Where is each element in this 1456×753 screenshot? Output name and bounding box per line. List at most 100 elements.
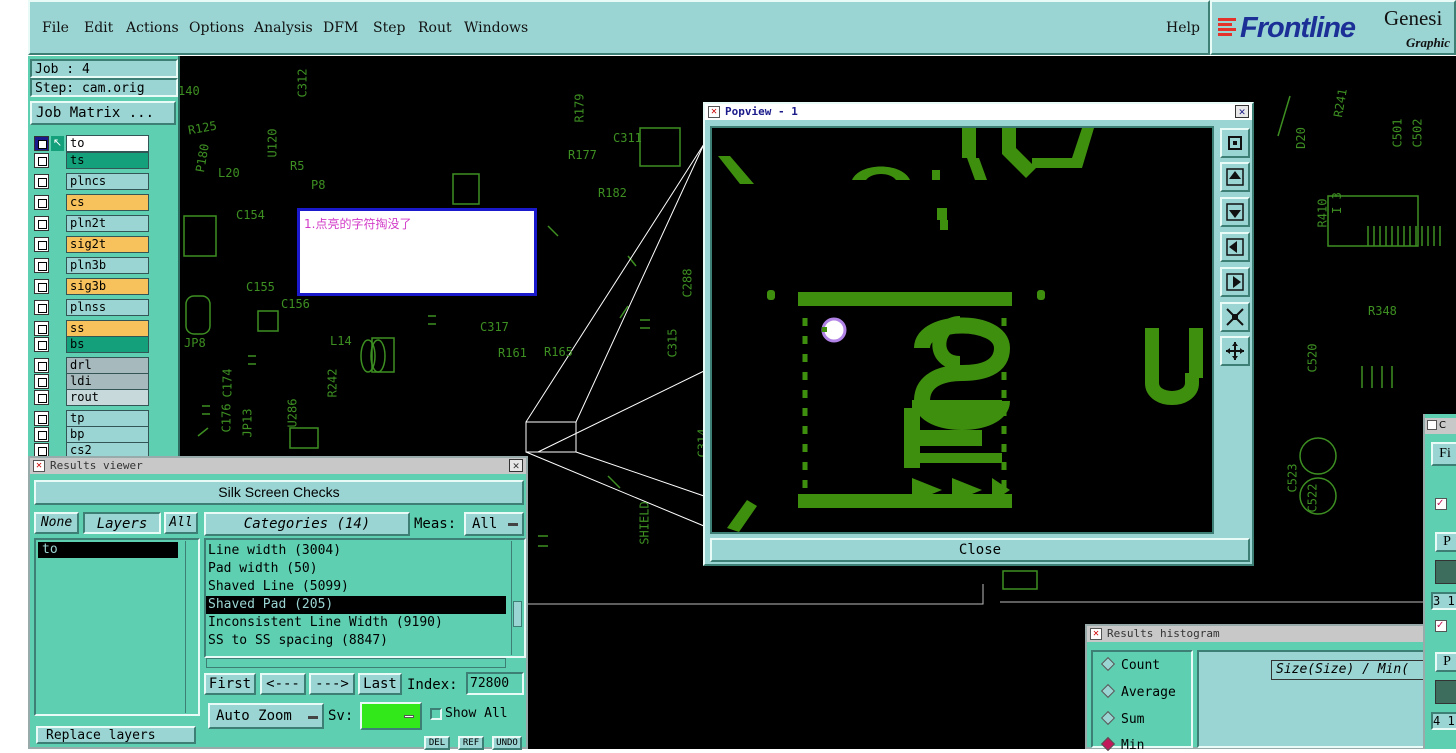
category-item[interactable]: Pad width (50) (206, 560, 506, 578)
menu-dfm[interactable]: DFM (323, 20, 358, 36)
layer-row[interactable]: ldi (32, 373, 180, 390)
all-button[interactable]: All (164, 512, 198, 534)
undo-button[interactable]: UNDO (492, 736, 522, 750)
layer-row[interactable]: bp (32, 426, 180, 443)
layer-name[interactable]: rout (66, 389, 149, 406)
first-button[interactable]: First (204, 673, 256, 695)
layer-checkbox[interactable] (34, 390, 49, 405)
layer-checkbox[interactable] (34, 358, 49, 373)
layer-row[interactable]: bs (32, 336, 180, 353)
popview-canvas[interactable] (710, 126, 1214, 534)
radio-count[interactable]: Count (1100, 656, 1160, 673)
layer-name[interactable]: tp (66, 410, 149, 427)
category-item[interactable]: Line width (3004) (206, 542, 506, 560)
radio-sum[interactable]: Sum (1100, 710, 1144, 727)
menu-edit[interactable]: Edit (84, 20, 113, 36)
zoom-in-button[interactable] (1220, 302, 1250, 332)
popview-close-button[interactable]: Close (710, 538, 1250, 562)
results-viewer-titlebar[interactable]: ✕ Results viewer ✕ (30, 458, 526, 474)
histogram-titlebar[interactable]: ✕ Results histogram (1087, 626, 1423, 642)
layer-name[interactable]: ts (66, 152, 149, 169)
layer-checkbox[interactable] (34, 237, 49, 252)
layer-checkbox[interactable] (34, 216, 49, 231)
layer-row[interactable]: ss (32, 320, 180, 337)
radio-average[interactable]: Average (1100, 683, 1176, 700)
layer-row[interactable]: ts (32, 152, 180, 169)
layer-name[interactable]: sig3b (66, 278, 149, 295)
menu-file[interactable]: File (42, 20, 69, 36)
pan-right-button[interactable] (1220, 267, 1250, 297)
categories-list[interactable]: Line width (3004) Pad width (50) Shaved Li… (204, 538, 526, 658)
zoom-fit-button[interactable] (1220, 128, 1250, 158)
layer-checkbox[interactable] (34, 300, 49, 315)
auto-zoom-dropdown[interactable]: Auto Zoom (208, 703, 324, 729)
layer-row[interactable]: pln3b (32, 257, 180, 274)
last-button[interactable]: Last (358, 673, 402, 695)
layer-row[interactable]: plnss (32, 299, 180, 316)
menu-analysis[interactable]: Analysis (254, 20, 313, 36)
popview-titlebar[interactable]: ✕ Popview - 1 ✕ (705, 104, 1252, 120)
pan-left-button[interactable] (1220, 232, 1250, 262)
right-window-v2[interactable]: 4 1 (1431, 712, 1456, 730)
tool-icon[interactable] (1435, 560, 1456, 584)
layer-row[interactable]: ↖ to (32, 135, 180, 152)
list-item[interactable]: to (38, 542, 178, 558)
layer-checkbox[interactable] (34, 411, 49, 426)
right-window-p1[interactable]: P (1435, 532, 1456, 552)
layer-name[interactable]: plncs (66, 173, 149, 190)
category-item[interactable]: SS to SS spacing (8847) (206, 632, 506, 650)
category-item[interactable]: Inconsistent Line Width (9190) (206, 614, 506, 632)
scrollbar[interactable] (511, 541, 523, 655)
layer-checkbox[interactable] (34, 136, 49, 151)
zoom-out-button[interactable] (1220, 336, 1250, 366)
next-button[interactable]: ---> (309, 673, 355, 695)
prev-button[interactable]: <--- (260, 673, 306, 695)
right-window-v1[interactable]: 3 1 (1431, 592, 1456, 610)
menu-step[interactable]: Step (373, 20, 405, 36)
index-input[interactable] (466, 672, 524, 695)
meas-dropdown[interactable]: All (464, 512, 524, 536)
pan-down-button[interactable] (1220, 197, 1250, 227)
checkbox-icon[interactable]: ✓ (1435, 620, 1447, 632)
layer-name[interactable]: pln3b (66, 257, 149, 274)
del-button[interactable]: DEL (424, 736, 450, 750)
close-icon[interactable]: ✕ (1235, 105, 1249, 118)
horizontal-scrollbar[interactable] (206, 658, 506, 668)
layer-name[interactable]: plnss (66, 299, 149, 316)
menu-options[interactable]: Options (189, 20, 244, 36)
layer-row[interactable]: tp (32, 410, 180, 427)
layer-name[interactable]: sig2t (66, 236, 149, 253)
layer-name[interactable]: ldi (66, 373, 149, 390)
radio-min[interactable]: Min (1100, 736, 1144, 753)
category-item[interactable]: Shaved Line (5099) (206, 578, 506, 596)
layer-row[interactable]: rout (32, 389, 180, 406)
checkbox-icon[interactable]: ✓ (1435, 498, 1447, 510)
tool-icon[interactable] (1435, 680, 1456, 704)
pan-up-button[interactable] (1220, 162, 1250, 192)
layer-name[interactable]: cs (66, 194, 149, 211)
layer-name[interactable]: pln2t (66, 215, 149, 232)
layer-name[interactable]: to (66, 135, 149, 152)
scrollbar[interactable] (185, 541, 197, 713)
close-icon[interactable]: ✕ (509, 459, 523, 472)
ref-button[interactable]: REF (458, 736, 484, 750)
layer-row[interactable]: plncs (32, 173, 180, 190)
right-window-titlebar[interactable]: C (1425, 418, 1456, 434)
layer-row[interactable]: pln2t (32, 215, 180, 232)
layer-name[interactable]: ss (66, 320, 149, 337)
show-all-checkbox[interactable] (430, 708, 442, 720)
layer-name[interactable]: bs (66, 336, 149, 353)
menu-rout[interactable]: Rout (418, 20, 452, 36)
layer-row[interactable]: sig3b (32, 278, 180, 295)
layer-checkbox[interactable] (34, 427, 49, 442)
histogram-field[interactable]: Size(Size) / Min( (1271, 660, 1427, 680)
right-window-p2[interactable]: P (1435, 652, 1456, 672)
silk-screen-checks-button[interactable]: Silk Screen Checks (34, 480, 524, 505)
layer-row[interactable]: sig2t (32, 236, 180, 253)
layer-checkbox[interactable] (34, 258, 49, 273)
layer-checkbox[interactable] (34, 337, 49, 352)
menu-actions[interactable]: Actions (126, 20, 179, 36)
layer-checkbox[interactable] (34, 153, 49, 168)
layer-name[interactable]: bp (66, 426, 149, 443)
layer-row[interactable]: cs (32, 194, 180, 211)
